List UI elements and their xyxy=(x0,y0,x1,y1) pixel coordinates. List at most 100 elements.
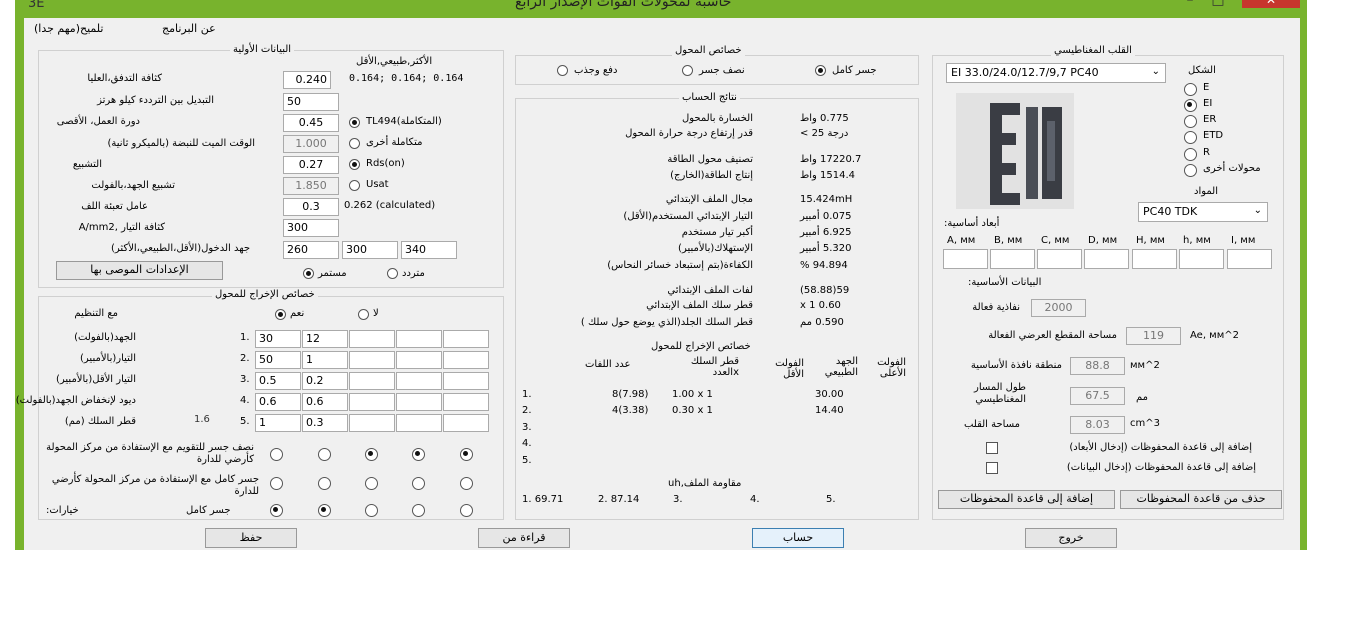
save-data-checkbox[interactable] xyxy=(986,462,998,474)
save-button[interactable]: حفظ xyxy=(205,528,297,548)
continuous-radio[interactable] xyxy=(303,268,314,279)
output-option-radio[interactable] xyxy=(270,504,283,517)
output-option-radio[interactable] xyxy=(365,477,378,490)
output-cell-input[interactable]: 1 xyxy=(302,351,348,369)
permeability-input[interactable]: 2000 xyxy=(1031,299,1086,317)
vin-max-input[interactable]: 340 xyxy=(401,241,457,259)
output-cell-input[interactable]: 50 xyxy=(255,351,301,369)
output-cell-input[interactable]: 0.6 xyxy=(255,393,301,411)
output-option-radio[interactable] xyxy=(412,504,425,517)
minimize-icon[interactable]: – xyxy=(1180,0,1200,8)
output-cell-input[interactable]: 0.5 xyxy=(255,372,301,390)
usat-radio[interactable] xyxy=(349,180,360,191)
shape-radio[interactable] xyxy=(1184,83,1197,96)
output-cell-input[interactable] xyxy=(396,393,442,411)
regulation-yes-radio[interactable] xyxy=(275,309,286,320)
half-bridge-radio[interactable] xyxy=(682,65,693,76)
output-cell-input[interactable] xyxy=(396,414,442,432)
rdson-radio[interactable] xyxy=(349,159,360,170)
output-cell-input[interactable] xyxy=(349,351,395,369)
output-option-radio[interactable] xyxy=(365,448,378,461)
output-cell-input[interactable]: 30 xyxy=(255,330,301,348)
regulation-no-radio[interactable] xyxy=(358,309,369,320)
output-cell-input[interactable]: 12 xyxy=(302,330,348,348)
output-cell-input[interactable] xyxy=(443,330,489,348)
discontinuous-radio[interactable] xyxy=(387,268,398,279)
dim-input[interactable] xyxy=(1132,249,1177,269)
duty-input[interactable]: 0.45 xyxy=(283,114,339,132)
output-cell-input[interactable] xyxy=(349,330,395,348)
push-pull-radio[interactable] xyxy=(557,65,568,76)
output-cell-input[interactable] xyxy=(396,351,442,369)
output-cell-input[interactable]: 0.3 xyxy=(302,414,348,432)
dim-input[interactable] xyxy=(1179,249,1224,269)
output-option-radio[interactable] xyxy=(318,477,331,490)
shape-radio[interactable] xyxy=(1184,164,1197,177)
resistance-value: 4. xyxy=(750,494,760,505)
output-option-radio[interactable] xyxy=(318,448,331,461)
output-cell-input[interactable]: 0.2 xyxy=(302,372,348,390)
output-cell-input[interactable] xyxy=(443,372,489,390)
core-volume-input[interactable]: 8.03 xyxy=(1070,416,1125,434)
output-cell-input[interactable] xyxy=(396,330,442,348)
shape-radio[interactable] xyxy=(1184,99,1197,112)
output-cell-input[interactable] xyxy=(443,393,489,411)
output-cell-input[interactable] xyxy=(396,372,442,390)
dim-input[interactable] xyxy=(990,249,1035,269)
output-cell-input[interactable] xyxy=(349,393,395,411)
add-to-db-button[interactable]: إضافة إلى قاعدة المحفوظات xyxy=(938,490,1115,509)
output-option-radio[interactable] xyxy=(318,504,331,517)
output-option-radio[interactable] xyxy=(270,477,283,490)
core-select[interactable]: EI 33.0/24.0/12.7/9,7 PC40 ⌄ xyxy=(946,63,1166,83)
output-option-radio[interactable] xyxy=(460,504,473,517)
output-cell-input[interactable] xyxy=(443,351,489,369)
delete-from-db-button[interactable]: حذف من قاعدة المحفوظات xyxy=(1120,490,1282,509)
close-icon[interactable]: ✕ xyxy=(1242,0,1300,8)
output-option-radio[interactable] xyxy=(460,448,473,461)
dead-time-input[interactable]: 1.000 xyxy=(283,135,339,153)
output-option-radio[interactable] xyxy=(412,477,425,490)
ae-input[interactable]: 119 xyxy=(1126,327,1181,345)
current-density-input[interactable]: 300 xyxy=(283,219,339,237)
menu-hint[interactable]: تلميح(مهم جدا) xyxy=(34,22,103,35)
output-option-radio[interactable] xyxy=(365,504,378,517)
output-cell-input[interactable] xyxy=(349,372,395,390)
output-option-radio[interactable] xyxy=(412,448,425,461)
result-value: 0.590 مم xyxy=(800,317,844,328)
output-cell-input[interactable] xyxy=(443,414,489,432)
full-bridge-center-option-label: جسر كامل مع الإستفادة من مركز المحولة كأ… xyxy=(51,474,259,497)
calculate-button[interactable]: حساب xyxy=(752,528,844,548)
dim-input[interactable] xyxy=(943,249,988,269)
flux-input[interactable]: 0.240 xyxy=(283,71,331,89)
output-cell-input[interactable] xyxy=(349,414,395,432)
saturation-input[interactable]: 0.27 xyxy=(283,156,339,174)
output-option-radio[interactable] xyxy=(460,477,473,490)
other-ic-radio[interactable] xyxy=(349,138,360,149)
vin-min-input[interactable]: 260 xyxy=(283,241,339,259)
dim-label: h, мм xyxy=(1183,235,1211,246)
full-bridge-radio[interactable] xyxy=(815,65,826,76)
fill-factor-input[interactable]: 0.3 xyxy=(283,198,339,216)
menu-about[interactable]: عن البرنامج xyxy=(162,22,216,35)
dim-input[interactable] xyxy=(1037,249,1082,269)
freq-input[interactable]: 50 xyxy=(283,93,339,111)
sat-voltage-input[interactable]: 1.850 xyxy=(283,177,339,195)
shape-radio[interactable] xyxy=(1184,115,1197,128)
read-from-button[interactable]: قراءة من xyxy=(478,528,570,548)
output-cell-input[interactable]: 0.6 xyxy=(302,393,348,411)
material-select[interactable]: PC40 TDK ⌄ xyxy=(1138,202,1268,222)
shape-radio[interactable] xyxy=(1184,148,1197,161)
shape-radio[interactable] xyxy=(1184,131,1197,144)
tl494-radio[interactable] xyxy=(349,117,360,128)
vin-nom-input[interactable]: 300 xyxy=(342,241,398,259)
path-length-input[interactable]: 67.5 xyxy=(1070,387,1125,405)
recommended-settings-button[interactable]: الإعدادات الموصى بها xyxy=(56,261,223,280)
output-option-radio[interactable] xyxy=(270,448,283,461)
save-dims-checkbox[interactable] xyxy=(986,442,998,454)
exit-button[interactable]: خروج xyxy=(1025,528,1117,548)
output-cell-input[interactable]: 1 xyxy=(255,414,301,432)
dim-input[interactable] xyxy=(1084,249,1129,269)
maximize-icon[interactable]: □ xyxy=(1208,0,1228,8)
window-area-input[interactable]: 88.8 xyxy=(1070,357,1125,375)
dim-input[interactable] xyxy=(1227,249,1272,269)
